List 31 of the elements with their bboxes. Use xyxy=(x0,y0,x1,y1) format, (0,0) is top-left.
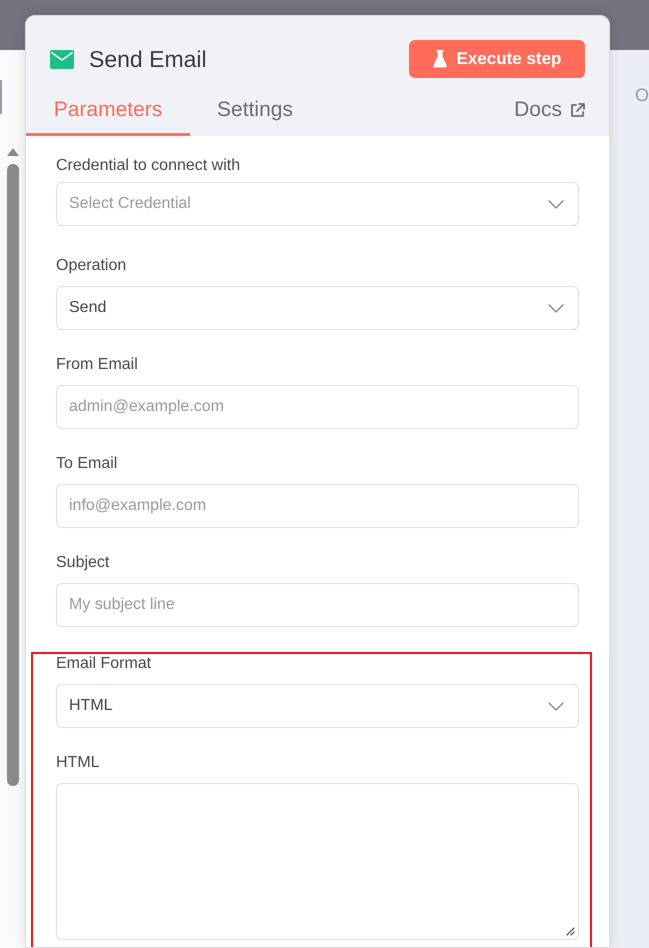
docs-link[interactable]: Docs xyxy=(514,87,585,133)
chevron-down-icon xyxy=(548,702,564,710)
chevron-down-icon xyxy=(548,200,564,208)
field-label: Email Format xyxy=(56,654,152,674)
input-field[interactable]: admin@example.com xyxy=(56,385,579,429)
scroll-up-arrow-icon[interactable] xyxy=(7,148,19,156)
select-value: HTML xyxy=(69,696,113,716)
input-field[interactable]: My subject line xyxy=(56,583,579,627)
select-field[interactable]: Select Credential xyxy=(56,182,579,226)
select-field[interactable]: Send xyxy=(56,286,579,330)
flask-icon xyxy=(432,50,447,68)
execute-step-button[interactable]: Execute step xyxy=(409,40,585,78)
select-field[interactable]: HTML xyxy=(56,684,579,728)
field-label: Subject xyxy=(56,553,110,573)
tab[interactable]: Settings xyxy=(190,87,320,136)
panel-title: O xyxy=(634,85,649,105)
select-placeholder: Select Credential xyxy=(69,194,191,214)
select-value: Send xyxy=(69,298,106,318)
field-label: To Email xyxy=(56,454,118,474)
resize-grip-icon[interactable] xyxy=(566,927,575,936)
input-field[interactable]: info@example.com xyxy=(56,484,579,528)
external-link-icon xyxy=(570,102,585,118)
field-label: Operation xyxy=(56,256,128,276)
field-label: Credential to connect with xyxy=(56,156,242,176)
chevron-down-icon xyxy=(548,304,564,312)
field-label: From Email xyxy=(56,355,139,375)
textarea-field[interactable] xyxy=(56,783,579,940)
envelope-icon xyxy=(50,50,74,68)
field-label: HTML xyxy=(56,753,101,773)
scrollbar-thumb[interactable] xyxy=(7,164,19,786)
node-title: Send Email xyxy=(89,45,207,73)
